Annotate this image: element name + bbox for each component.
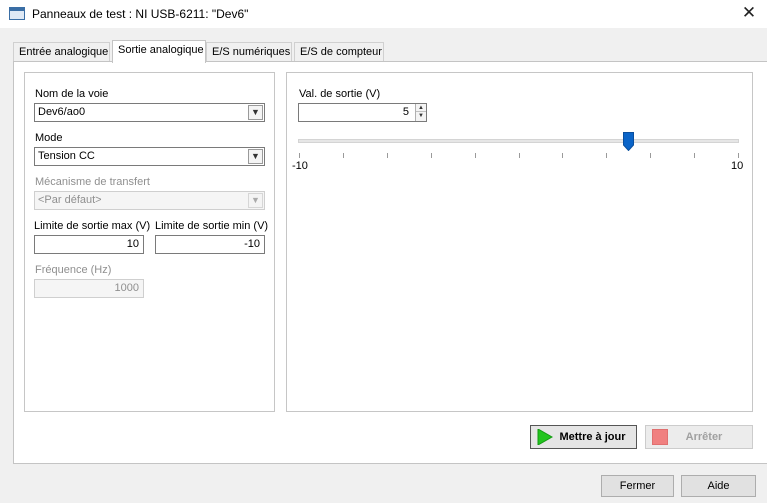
output-value-group xyxy=(286,72,753,412)
transfer-mechanism-value: <Par défaut> xyxy=(38,194,102,206)
output-value-label: Val. de sortie (V) xyxy=(299,88,381,100)
slider-tick xyxy=(694,153,695,158)
stop-button[interactable]: Arrêter xyxy=(645,425,753,449)
tab-counter-io[interactable]: E/S de compteur xyxy=(294,42,384,62)
output-slider-thumb[interactable] xyxy=(623,132,634,151)
slider-tick xyxy=(431,153,432,158)
tab-analog-output[interactable]: Sortie analogique xyxy=(112,40,206,63)
tab-digital-io[interactable]: E/S numériques xyxy=(206,42,292,62)
chevron-down-icon[interactable]: ▼ xyxy=(248,193,263,208)
mode-value: Tension CC xyxy=(38,150,95,162)
frequency-field[interactable]: 1000 xyxy=(34,279,144,298)
slider-tick xyxy=(519,153,520,158)
spin-down-icon[interactable]: ▼ xyxy=(416,112,426,120)
update-button-label: Mettre à jour xyxy=(559,431,626,443)
channel-name-label: Nom de la voie xyxy=(35,88,109,100)
slider-max-label: 10 xyxy=(731,160,744,172)
close-icon[interactable]: ✕ xyxy=(737,2,761,24)
slider-tick xyxy=(343,153,344,158)
slider-tick xyxy=(562,153,563,158)
chevron-down-icon[interactable]: ▼ xyxy=(248,105,263,120)
slider-tick xyxy=(299,153,300,158)
slider-tick xyxy=(387,153,388,158)
slider-tick xyxy=(738,153,739,158)
min-limit-label: Limite de sortie min (V) xyxy=(155,220,269,232)
frequency-label: Fréquence (Hz) xyxy=(35,264,112,276)
output-value-spinner[interactable]: 5 ▲ ▼ xyxy=(298,103,427,122)
close-button[interactable]: Fermer xyxy=(601,475,674,497)
title-bar: Panneaux de test : NI USB-6211: "Dev6" ✕ xyxy=(0,0,767,28)
slider-tick xyxy=(650,153,651,158)
transfer-mechanism-label: Mécanisme de transfert xyxy=(35,176,150,188)
play-icon xyxy=(537,429,553,445)
window-icon xyxy=(9,7,25,20)
slider-tick xyxy=(606,153,607,158)
stop-button-label: Arrêter xyxy=(685,431,723,443)
mode-label: Mode xyxy=(35,132,63,144)
spin-up-icon[interactable]: ▲ xyxy=(416,104,426,112)
window-title: Panneaux de test : NI USB-6211: "Dev6" xyxy=(32,7,249,21)
max-limit-label: Limite de sortie max (V) xyxy=(34,220,151,232)
spinner-buttons: ▲ ▼ xyxy=(415,104,426,121)
help-button[interactable]: Aide xyxy=(681,475,756,497)
chevron-down-icon[interactable]: ▼ xyxy=(248,149,263,164)
mode-select[interactable]: Tension CC ▼ xyxy=(34,147,265,166)
slider-tick xyxy=(475,153,476,158)
tab-analog-input[interactable]: Entrée analogique xyxy=(13,42,110,62)
output-value: 5 xyxy=(402,106,409,118)
slider-min-label: -10 xyxy=(292,160,308,172)
channel-name-select[interactable]: Dev6/ao0 ▼ xyxy=(34,103,265,122)
max-limit-field[interactable]: 10 xyxy=(34,235,144,254)
channel-name-value: Dev6/ao0 xyxy=(38,106,86,118)
update-button[interactable]: Mettre à jour xyxy=(530,425,637,449)
min-limit-field[interactable]: -10 xyxy=(155,235,265,254)
transfer-mechanism-select[interactable]: <Par défaut> ▼ xyxy=(34,191,265,210)
output-slider-track[interactable] xyxy=(298,139,739,143)
stop-icon xyxy=(652,429,668,445)
